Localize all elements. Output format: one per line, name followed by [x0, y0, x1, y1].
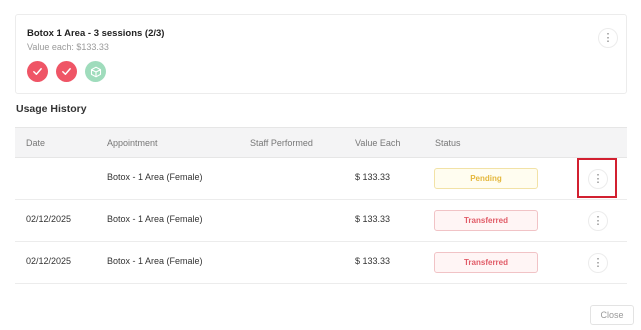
session-used-check-icon: [27, 61, 48, 82]
column-header-status: Status: [435, 138, 461, 148]
session-available-box-icon: [85, 61, 106, 82]
table-header: Date Appointment Staff Performed Value E…: [15, 127, 627, 158]
status-badge: Transferred: [434, 252, 538, 273]
cell-value: $ 133.33: [355, 256, 391, 266]
status-badge: Pending: [434, 168, 538, 189]
table-row: Botox - 1 Area (Female) $ 133.33 Pending…: [15, 158, 627, 200]
package-title: Botox 1 Area - 3 sessions (2/3): [27, 28, 165, 39]
table-row: 02/12/2025 Botox - 1 Area (Female) $ 133…: [15, 200, 627, 242]
usage-history-title: Usage History: [16, 103, 87, 115]
cell-value: $ 133.33: [355, 172, 391, 182]
column-header-value: Value Each: [355, 138, 401, 148]
table-row: 02/12/2025 Botox - 1 Area (Female) $ 133…: [15, 242, 627, 284]
row-menu-more-vertical-icon[interactable]: ⋮: [588, 211, 608, 231]
cell-appointment: Botox - 1 Area (Female): [107, 256, 203, 266]
package-card: Botox 1 Area - 3 sessions (2/3) Value ea…: [15, 14, 627, 94]
usage-history-table: Date Appointment Staff Performed Value E…: [15, 127, 627, 284]
column-header-date: Date: [26, 138, 46, 148]
cell-value: $ 133.33: [355, 214, 391, 224]
cell-appointment: Botox - 1 Area (Female): [107, 214, 203, 224]
session-indicators: [27, 61, 106, 82]
cell-appointment: Botox - 1 Area (Female): [107, 172, 203, 182]
row-menu-more-vertical-icon[interactable]: ⋮: [588, 169, 608, 189]
close-button[interactable]: Close: [590, 305, 634, 325]
column-header-staff: Staff Performed: [250, 138, 313, 148]
status-badge: Transferred: [434, 210, 538, 231]
package-value: Value each: $133.33: [27, 42, 109, 52]
column-header-appointment: Appointment: [107, 138, 158, 148]
cell-date: 02/12/2025: [26, 214, 72, 224]
cell-date: 02/12/2025: [26, 256, 72, 266]
package-menu-more-vertical-icon[interactable]: ⋮: [598, 28, 618, 48]
session-used-check-icon: [56, 61, 77, 82]
row-menu-more-vertical-icon[interactable]: ⋮: [588, 253, 608, 273]
